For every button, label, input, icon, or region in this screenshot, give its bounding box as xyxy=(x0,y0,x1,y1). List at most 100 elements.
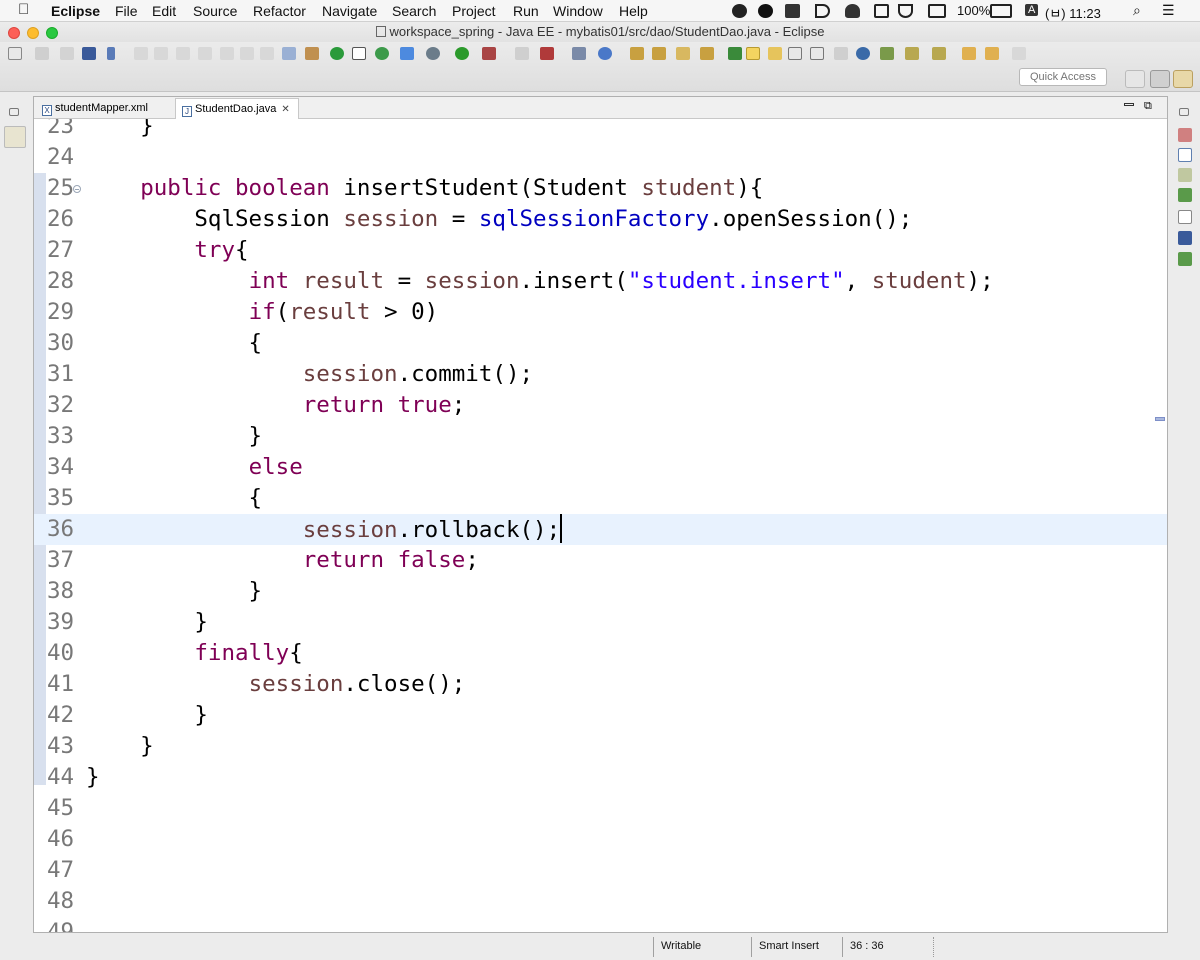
data-source-explorer-icon[interactable] xyxy=(1178,210,1192,224)
wifi-icon[interactable] xyxy=(898,4,913,18)
stop-icon[interactable] xyxy=(515,47,529,60)
tray-d-icon[interactable] xyxy=(815,4,830,18)
snippets-icon[interactable] xyxy=(1178,252,1192,266)
spotlight-search-icon[interactable]: ⌕ xyxy=(1133,2,1141,19)
disconnect-icon[interactable] xyxy=(198,47,212,60)
use-step-filters-icon[interactable] xyxy=(282,47,296,60)
resume-icon[interactable] xyxy=(134,47,148,60)
task-list-icon[interactable] xyxy=(1178,148,1192,162)
quick-access-input[interactable] xyxy=(1019,68,1107,86)
external-tools-icon[interactable] xyxy=(540,47,554,60)
open-task-icon[interactable] xyxy=(652,47,666,60)
back-icon[interactable] xyxy=(962,47,976,60)
annotation-icon[interactable] xyxy=(728,47,742,60)
menu-refactor[interactable]: Refactor xyxy=(253,3,306,19)
status-separator xyxy=(842,937,843,957)
run-icon[interactable] xyxy=(455,47,469,60)
last-edit-icon[interactable] xyxy=(932,47,946,60)
open-type-icon[interactable] xyxy=(630,47,644,60)
maximize-editor-icon[interactable]: ⧉ xyxy=(1144,100,1152,113)
tray-square-icon[interactable] xyxy=(874,4,889,18)
save-all-icon[interactable] xyxy=(60,47,74,60)
notification-center-icon[interactable]: ☰ xyxy=(1162,2,1175,19)
line-number: 45 xyxy=(47,795,75,821)
menu-window[interactable]: Window xyxy=(553,3,603,19)
server-tool-icon[interactable] xyxy=(305,47,319,60)
run-config-icon[interactable] xyxy=(482,47,496,60)
back-dropdown-icon[interactable] xyxy=(985,47,999,60)
git-perspective-button[interactable] xyxy=(1173,70,1193,88)
code-text: try{ xyxy=(194,237,249,263)
menu-file[interactable]: File xyxy=(115,3,138,19)
next-annotation-icon[interactable] xyxy=(880,47,894,60)
new-java-class-icon[interactable] xyxy=(400,47,414,60)
tray-command-icon[interactable] xyxy=(785,4,800,18)
java-ee-perspective-button[interactable] xyxy=(1150,70,1170,88)
new-class-icon[interactable] xyxy=(598,47,612,60)
start-server-icon[interactable] xyxy=(330,47,344,60)
cursor-position[interactable]: 36 : 36 xyxy=(850,940,884,952)
menu-edit[interactable]: Edit xyxy=(152,3,176,19)
restore-right-panel-icon[interactable] xyxy=(1179,108,1189,116)
overview-ruler-marker[interactable] xyxy=(1155,417,1165,421)
tray-chat-icon[interactable] xyxy=(758,4,773,18)
clock[interactable]: (ㅂ) 11:23 xyxy=(1045,3,1101,22)
servers-icon[interactable] xyxy=(1178,188,1192,202)
open-console-icon[interactable] xyxy=(82,47,96,60)
new-icon[interactable] xyxy=(8,47,22,60)
step-into-icon[interactable] xyxy=(220,47,234,60)
input-source[interactable]: A xyxy=(1025,4,1039,16)
forward-icon[interactable] xyxy=(1012,47,1026,60)
battery-icon[interactable] xyxy=(990,4,1012,18)
minimize-editor-icon[interactable] xyxy=(1124,103,1134,106)
apple-menu-icon[interactable]:  xyxy=(18,1,29,18)
debug-icon[interactable] xyxy=(426,47,440,60)
previous-annotation-icon[interactable] xyxy=(905,47,919,60)
code-line: 32 return true; xyxy=(34,390,1167,421)
restore-left-panel-icon[interactable] xyxy=(9,108,19,116)
code-line: 49 xyxy=(34,917,1167,932)
app-menu[interactable]: Eclipse xyxy=(51,3,100,19)
code-area[interactable]: 23 } 24 25 public boolean insertStudent(… xyxy=(34,119,1167,932)
menu-run[interactable]: Run xyxy=(513,3,539,19)
display-icon[interactable] xyxy=(928,4,946,18)
menu-source[interactable]: Source xyxy=(193,3,237,19)
outline-icon[interactable] xyxy=(1178,128,1192,142)
open-perspective-icon[interactable] xyxy=(700,47,714,60)
step-over-icon[interactable] xyxy=(240,47,254,60)
show-whitespace-icon[interactable] xyxy=(810,47,824,60)
console-icon[interactable] xyxy=(1178,231,1192,245)
link-icon[interactable] xyxy=(834,47,848,60)
menu-navigate[interactable]: Navigate xyxy=(322,3,377,19)
tray-hat-icon[interactable] xyxy=(845,4,860,18)
search-tool-icon[interactable] xyxy=(676,47,690,60)
menu-project[interactable]: Project xyxy=(452,3,496,19)
browser-icon[interactable] xyxy=(856,47,870,60)
tab-studentdao-java[interactable]: J StudentDao.java ✕ xyxy=(175,98,299,119)
tab-studentmapper-xml[interactable]: XstudentMapper.xml xyxy=(36,98,148,119)
insert-mode-status[interactable]: Smart Insert xyxy=(759,940,819,952)
toggle-word-wrap-icon[interactable] xyxy=(768,47,782,60)
menu-help[interactable]: Help xyxy=(619,3,648,19)
tray-app-icon[interactable] xyxy=(732,4,747,18)
battery-percent[interactable]: 100% xyxy=(957,3,990,18)
new-java-package-icon[interactable] xyxy=(572,47,586,60)
collapse-fold-icon[interactable] xyxy=(73,185,81,193)
code-text: return false; xyxy=(302,547,479,573)
java-ee-icon[interactable] xyxy=(375,47,389,60)
properties-icon[interactable] xyxy=(1178,168,1192,182)
block-selection-icon[interactable] xyxy=(788,47,802,60)
close-tab-icon[interactable]: ✕ xyxy=(281,104,289,115)
document-icon xyxy=(375,26,386,37)
java-editor: XstudentMapper.xml J StudentDao.java ✕ ⧉ 2… xyxy=(33,96,1168,933)
new-wizard-icon[interactable] xyxy=(352,47,366,60)
pin-icon[interactable] xyxy=(107,47,115,60)
toggle-mark-occurrences-icon[interactable] xyxy=(746,47,760,60)
save-icon[interactable] xyxy=(35,47,49,60)
suspend-icon[interactable] xyxy=(154,47,168,60)
menu-search[interactable]: Search xyxy=(392,3,436,19)
step-return-icon[interactable] xyxy=(260,47,274,60)
package-explorer-icon[interactable] xyxy=(4,126,26,148)
open-perspective-button[interactable] xyxy=(1125,70,1145,88)
terminate-icon[interactable] xyxy=(176,47,190,60)
